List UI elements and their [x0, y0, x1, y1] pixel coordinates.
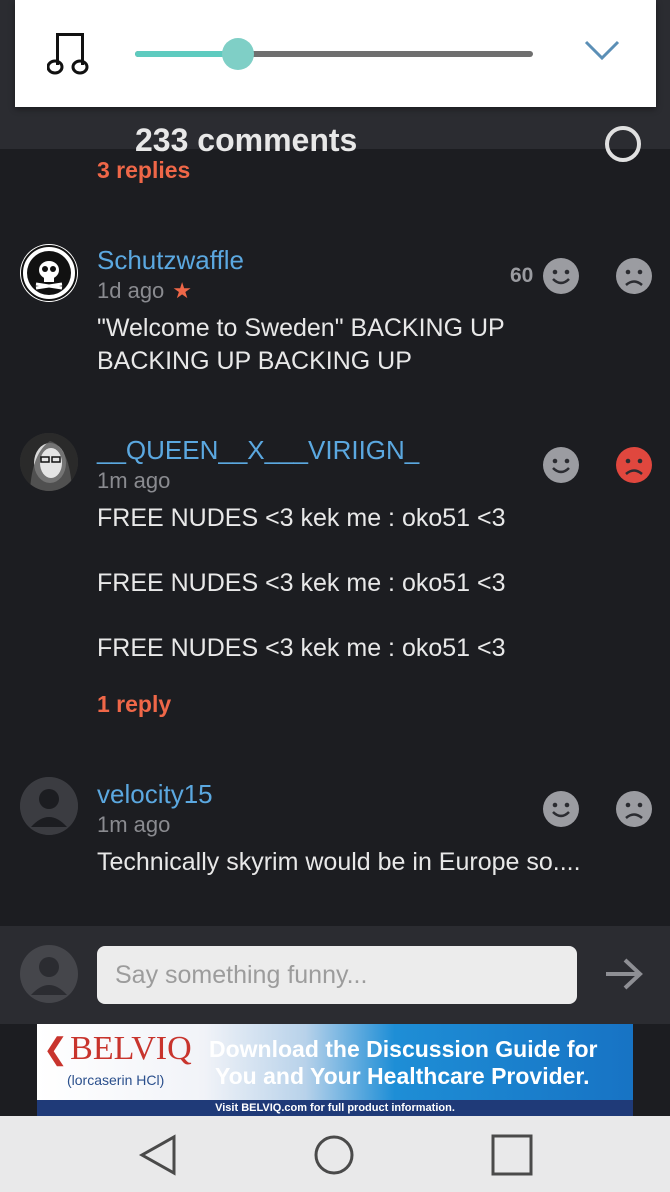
replies-link[interactable]: 1 reply	[97, 691, 171, 718]
comment-text-line: Technically skyrim would be in Europe so…	[97, 848, 581, 876]
default-avatar-icon	[20, 777, 78, 835]
comment-username[interactable]: Schutzwaffle	[97, 245, 244, 276]
downvote-frown-icon-active[interactable]	[616, 447, 652, 483]
ad-banner[interactable]: ❮BELVIQ (lorcaserin HCl) Download the Di…	[37, 1024, 633, 1116]
comment-username[interactable]: velocity15	[97, 779, 213, 810]
comment-timestamp: 1m ago	[97, 468, 171, 493]
comment-text-line: "Welcome to Sweden" BACKING UP	[97, 314, 505, 342]
ad-generic-name: (lorcaserin HCl)	[67, 1072, 165, 1088]
comment-text-line: FREE NUDES <3 kek me : oko51 <3	[97, 504, 506, 532]
volume-panel	[15, 0, 656, 107]
comment-username[interactable]: __QUEEN__X___VIRIIGN_	[97, 435, 419, 466]
ad-area: ❮BELVIQ (lorcaserin HCl) Download the Di…	[0, 1024, 670, 1116]
vote-count: 60	[510, 264, 534, 287]
recents-icon[interactable]	[489, 1132, 535, 1178]
ad-brand-logo: ❮BELVIQ	[43, 1030, 192, 1068]
ad-headline: Download the Discussion Guide for	[209, 1036, 598, 1062]
home-icon[interactable]	[311, 1132, 357, 1178]
comment-timestamp: 1d ago ★	[97, 278, 192, 304]
ad-headline: You and Your Healthcare Provider.	[215, 1063, 590, 1089]
profile-photo	[20, 433, 78, 491]
system-nav-bar	[0, 1116, 670, 1192]
volume-slider-thumb[interactable]	[222, 38, 255, 70]
avatar[interactable]	[20, 244, 78, 302]
upvote-smile-icon[interactable]	[543, 447, 579, 483]
ad-brand-text: BELVIQ	[70, 1030, 192, 1067]
back-icon[interactable]	[136, 1132, 182, 1178]
comment-timestamp: 1m ago	[97, 812, 171, 837]
music-note-icon	[47, 33, 89, 75]
refresh-icon[interactable]	[605, 126, 641, 162]
avatar[interactable]	[20, 433, 78, 491]
comment-text-line: FREE NUDES <3 kek me : oko51 <3	[97, 634, 506, 662]
upvote-smile-icon[interactable]	[543, 791, 579, 827]
downvote-frown-icon[interactable]	[616, 791, 652, 827]
downvote-frown-icon[interactable]	[616, 258, 652, 294]
skull-icon	[21, 245, 77, 301]
chevron-down-icon[interactable]	[583, 36, 621, 64]
comments-count-title: 233 comments	[135, 122, 358, 158]
star-icon: ★	[172, 278, 193, 303]
comment-input[interactable]	[97, 946, 577, 1004]
upvote-smile-icon[interactable]	[543, 258, 579, 294]
brand-mark-icon: ❮	[43, 1033, 69, 1066]
ad-footer: Visit BELVIQ.com for full product inform…	[37, 1100, 633, 1116]
volume-slider[interactable]	[135, 38, 533, 70]
send-arrow-icon[interactable]	[603, 956, 645, 992]
comment-time-text: 1d ago	[97, 278, 165, 303]
avatar[interactable]	[20, 777, 78, 835]
comment-composer	[0, 926, 670, 1024]
user-avatar-icon	[20, 945, 78, 1003]
replies-link[interactable]: 3 replies	[97, 157, 190, 184]
comment-text-line: FREE NUDES <3 kek me : oko51 <3	[97, 569, 506, 597]
comment-text-line: BACKING UP BACKING UP	[97, 347, 412, 375]
